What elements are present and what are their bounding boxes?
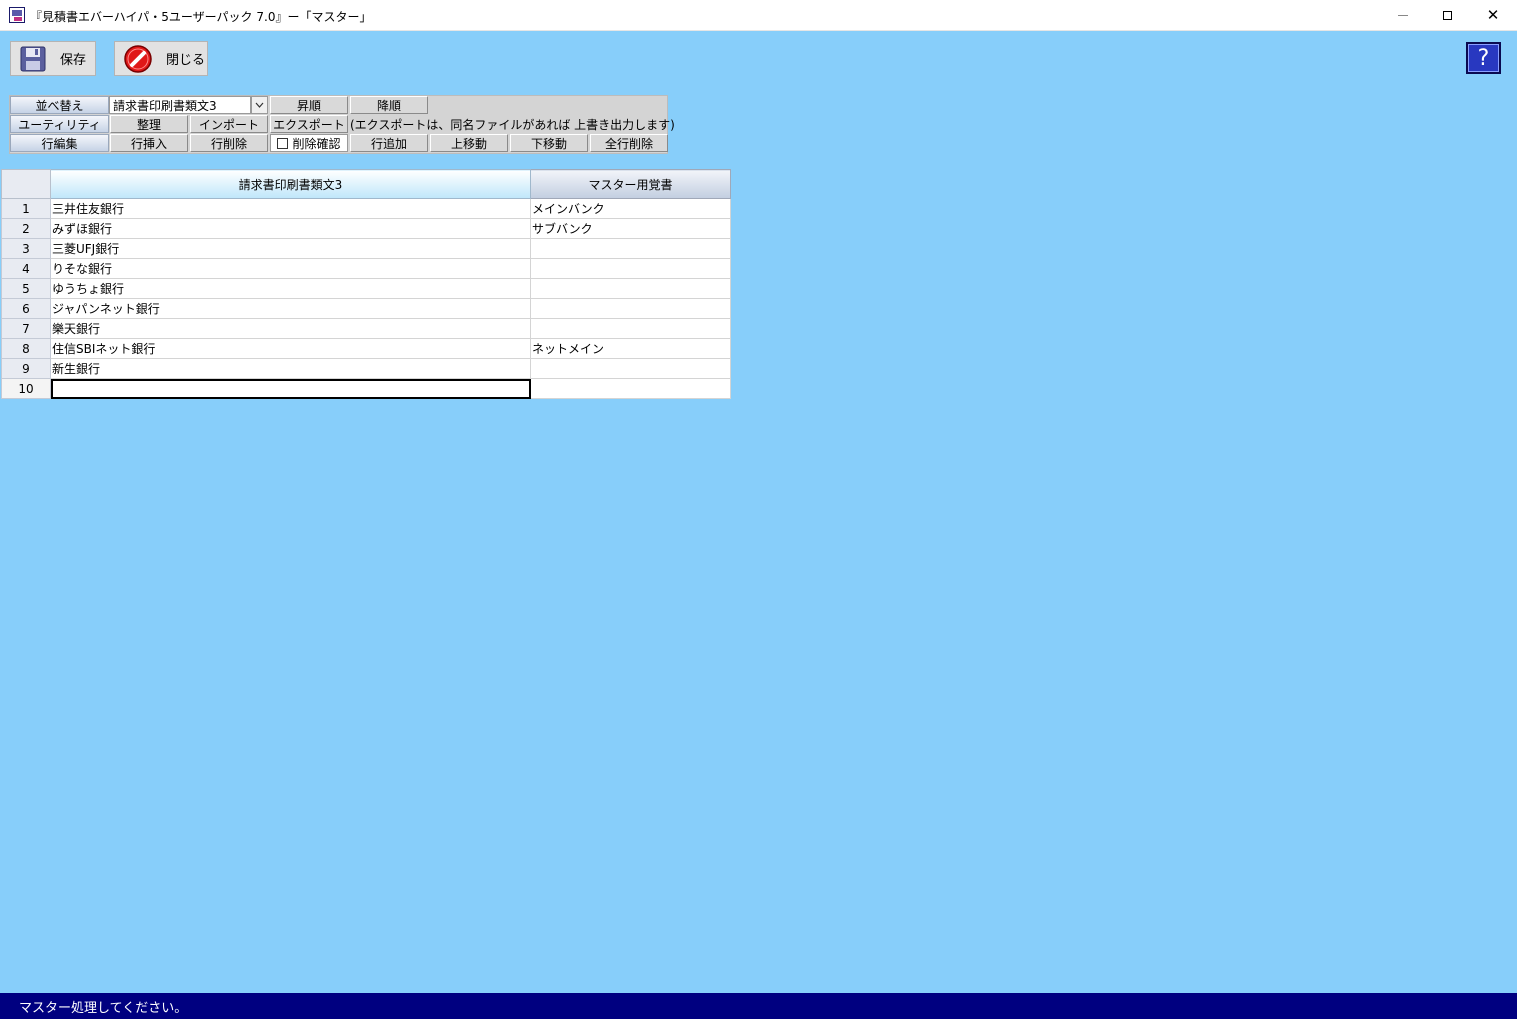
organize-button[interactable]: 整理: [110, 115, 188, 133]
confirm-delete-checkbox[interactable]: 削除確認: [270, 134, 348, 152]
export-button[interactable]: エクスポート: [270, 115, 348, 133]
memo-cell[interactable]: [530, 358, 731, 379]
row-number[interactable]: 9: [1, 358, 51, 379]
save-button[interactable]: 保存: [10, 41, 96, 76]
export-note: (エクスポートは、同名ファイルがあれば 上書き出力します): [350, 117, 675, 132]
sort-field-select[interactable]: 請求書印刷書類文3: [109, 96, 251, 114]
row-number[interactable]: 10: [1, 378, 51, 399]
memo-cell[interactable]: ネットメイン: [530, 338, 731, 359]
memo-cell[interactable]: [530, 318, 731, 339]
minimize-button[interactable]: [1380, 0, 1426, 30]
insert-row-button[interactable]: 行挿入: [110, 134, 188, 152]
table-row: 1 三井住友銀行 メインバンク: [1, 198, 731, 219]
row-number[interactable]: 1: [1, 198, 51, 219]
sort-asc-button[interactable]: 昇順: [270, 96, 348, 114]
memo-cell[interactable]: [530, 298, 731, 319]
minimize-icon: [1398, 14, 1408, 16]
text-cell[interactable]: みずほ銀行: [50, 218, 531, 239]
confirm-delete-label: 削除確認: [292, 136, 341, 151]
text-cell[interactable]: りそな銀行: [50, 258, 531, 279]
column-header-memo[interactable]: マスター用覚書: [530, 169, 731, 199]
text-cell[interactable]: 三井住友銀行: [50, 198, 531, 219]
move-down-button[interactable]: 下移動: [510, 134, 588, 152]
column-header-text[interactable]: 請求書印刷書類文3: [50, 169, 531, 199]
row-number[interactable]: 6: [1, 298, 51, 319]
memo-cell[interactable]: [530, 238, 731, 259]
row-number[interactable]: 4: [1, 258, 51, 279]
sort-desc-button[interactable]: 降順: [350, 96, 428, 114]
maximize-icon: [1442, 10, 1452, 20]
control-panel: 並べ替え 請求書印刷書類文3 昇順 降順 ユーティリティ 整理 インポート エク…: [9, 95, 675, 154]
no-entry-icon: [124, 44, 152, 73]
row-edit-label: 行編集: [10, 134, 109, 152]
help-button[interactable]: ?: [1466, 42, 1501, 74]
text-cell[interactable]: 新生銀行: [50, 358, 531, 379]
table-row: 4 りそな銀行: [1, 258, 731, 279]
table-row: 3 三菱UFJ銀行: [1, 238, 731, 259]
question-mark-icon: ?: [1477, 45, 1490, 71]
text-cell-active[interactable]: [50, 378, 531, 399]
window-title: 『見積書エバーハイパ・5ユーザーパック 7.0』ー「マスター」: [30, 10, 372, 24]
close-icon: ✕: [1486, 6, 1500, 24]
table-row: 9 新生銀行: [1, 358, 731, 379]
delete-row-button[interactable]: 行削除: [190, 134, 268, 152]
row-number[interactable]: 2: [1, 218, 51, 239]
table-row: 2 みずほ銀行 サブバンク: [1, 218, 731, 239]
utility-label: ユーティリティ: [10, 115, 109, 133]
row-number[interactable]: 5: [1, 278, 51, 299]
text-cell[interactable]: 樂天銀行: [50, 318, 531, 339]
text-cell[interactable]: 住信SBIネット銀行: [50, 338, 531, 359]
title-bar: 『見積書エバーハイパ・5ユーザーパック 7.0』ー「マスター」 ✕: [0, 0, 1517, 31]
memo-cell[interactable]: サブバンク: [530, 218, 731, 239]
table-row: 10: [1, 378, 731, 399]
memo-cell[interactable]: メインバンク: [530, 198, 731, 219]
sort-label: 並べ替え: [10, 96, 109, 114]
status-bar: マスター処理してください。: [0, 993, 1517, 1019]
memo-cell[interactable]: [530, 258, 731, 279]
grid-corner[interactable]: [1, 169, 51, 199]
save-label: 保存: [60, 53, 87, 68]
maximize-button[interactable]: [1424, 0, 1470, 30]
memo-cell[interactable]: [530, 378, 731, 399]
import-button[interactable]: インポート: [190, 115, 268, 133]
table-row: 6 ジャパンネット銀行: [1, 298, 731, 319]
master-grid: 請求書印刷書類文3 マスター用覚書 1 三井住友銀行 メインバンク 2 みずほ銀…: [1, 169, 731, 399]
table-row: 5 ゆうちょ銀行: [1, 278, 731, 299]
move-up-button[interactable]: 上移動: [430, 134, 508, 152]
row-number[interactable]: 7: [1, 318, 51, 339]
memo-cell[interactable]: [530, 278, 731, 299]
close-label: 閉じる: [166, 53, 206, 68]
table-row: 7 樂天銀行: [1, 318, 731, 339]
text-cell[interactable]: ゆうちょ銀行: [50, 278, 531, 299]
table-row: 8 住信SBIネット銀行 ネットメイン: [1, 338, 731, 359]
status-message: マスター処理してください。: [19, 1000, 188, 1016]
row-number[interactable]: 3: [1, 238, 51, 259]
row-number[interactable]: 8: [1, 338, 51, 359]
text-cell[interactable]: ジャパンネット銀行: [50, 298, 531, 319]
text-cell[interactable]: 三菱UFJ銀行: [50, 238, 531, 259]
floppy-disk-icon: [20, 46, 46, 71]
delete-all-button[interactable]: 全行削除: [590, 134, 668, 152]
close-window-button[interactable]: ✕: [1470, 0, 1516, 30]
close-button[interactable]: 閉じる: [114, 41, 208, 76]
checkbox-icon[interactable]: [277, 137, 289, 149]
chevron-down-icon[interactable]: [251, 96, 268, 114]
add-row-button[interactable]: 行追加: [350, 134, 428, 152]
app-icon[interactable]: [9, 7, 25, 23]
